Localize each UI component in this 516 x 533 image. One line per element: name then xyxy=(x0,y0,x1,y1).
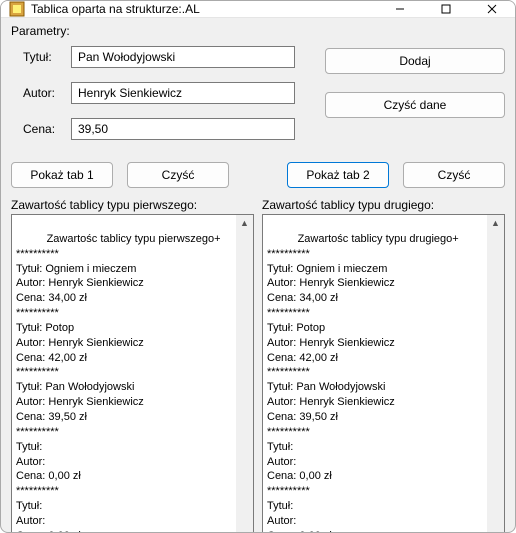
title-label: Tytuł: xyxy=(11,50,71,64)
content-area: Zawartość tablicy typu pierwszego: Zawar… xyxy=(11,198,505,533)
content2-text: Zawartośc tablicy typu drugiego+ *******… xyxy=(267,233,459,533)
left-form: Tytuł: Autor: Cena: xyxy=(11,46,295,154)
price-input[interactable] xyxy=(71,118,295,140)
price-label: Cena: xyxy=(11,122,71,136)
minimize-button[interactable] xyxy=(377,1,423,17)
content2-label: Zawartość tablicy typu drugiego: xyxy=(262,198,505,212)
scroll-thumb[interactable] xyxy=(487,232,504,533)
app-icon xyxy=(9,1,25,17)
author-input[interactable] xyxy=(71,82,295,104)
window-body: Parametry: Tytuł: Autor: Cena: Dodaj Czy xyxy=(1,18,515,533)
title-row: Tytuł: xyxy=(11,46,295,68)
clear2-button[interactable]: Czyść xyxy=(403,162,505,188)
clear-data-button[interactable]: Czyść dane xyxy=(325,92,505,118)
scrollbar-2[interactable]: ▲ ▼ xyxy=(487,215,504,533)
content-col-1: Zawartość tablicy typu pierwszego: Zawar… xyxy=(11,198,254,533)
scroll-thumb[interactable] xyxy=(236,232,253,533)
show-tab1-button[interactable]: Pokaż tab 1 xyxy=(11,162,113,188)
clear1-button[interactable]: Czyść xyxy=(127,162,229,188)
parameters-label: Parametry: xyxy=(11,24,505,38)
content2-box[interactable]: Zawartośc tablicy typu drugiego+ *******… xyxy=(262,214,505,533)
scrollbar-1[interactable]: ▲ ▼ xyxy=(236,215,253,533)
author-row: Autor: xyxy=(11,82,295,104)
content-col-2: Zawartość tablicy typu drugiego: Zawarto… xyxy=(262,198,505,533)
title-input[interactable] xyxy=(71,46,295,68)
window-controls xyxy=(377,1,515,17)
content1-box[interactable]: Zawartośc tablicy typu pierwszego+ *****… xyxy=(11,214,254,533)
window-title: Tablica oparta na strukturze:.AL xyxy=(31,2,377,16)
close-button[interactable] xyxy=(469,1,515,17)
author-label: Autor: xyxy=(11,86,71,100)
maximize-button[interactable] xyxy=(423,1,469,17)
price-row: Cena: xyxy=(11,118,295,140)
content1-text: Zawartośc tablicy typu pierwszego+ *****… xyxy=(16,233,221,533)
right-form: Dodaj Czyść dane xyxy=(325,46,505,154)
show-tab2-button[interactable]: Pokaż tab 2 xyxy=(287,162,389,188)
add-button[interactable]: Dodaj xyxy=(325,48,505,74)
form-area: Tytuł: Autor: Cena: Dodaj Czyść dane xyxy=(11,46,505,154)
content1-label: Zawartość tablicy typu pierwszego: xyxy=(11,198,254,212)
scroll-up-icon[interactable]: ▲ xyxy=(236,215,253,232)
scroll-up-icon[interactable]: ▲ xyxy=(487,215,504,232)
app-window: Tablica oparta na strukturze:.AL Paramet… xyxy=(0,0,516,533)
titlebar: Tablica oparta na strukturze:.AL xyxy=(1,1,515,18)
tab-button-row: Pokaż tab 1 Czyść Pokaż tab 2 Czyść xyxy=(11,162,505,188)
